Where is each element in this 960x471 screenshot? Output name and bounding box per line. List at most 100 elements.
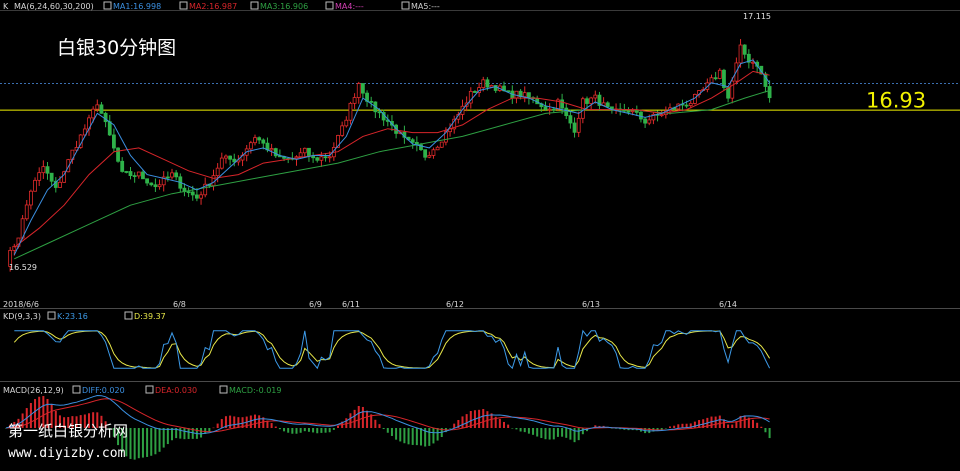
candle-body xyxy=(767,86,772,99)
candle-body xyxy=(527,92,531,99)
macd-bar xyxy=(291,428,294,434)
macd-bar xyxy=(714,416,717,428)
kd-header: KD(9,3,3) xyxy=(3,312,41,321)
ma3-checkbox[interactable] xyxy=(250,1,259,10)
ma3-legend: MA3:16.906 xyxy=(260,2,308,11)
macd-bar xyxy=(283,428,286,432)
candle-body xyxy=(120,160,125,172)
macd-bar xyxy=(743,415,746,428)
macd-dea-checkbox[interactable] xyxy=(145,385,154,394)
candle-body xyxy=(589,97,594,104)
macd-header: MACD(26,12,9) xyxy=(3,386,64,395)
candle-body xyxy=(128,171,133,176)
candle-body xyxy=(751,61,755,64)
ma-header: MA(6,24,60,30,200) xyxy=(14,2,94,11)
macd-bar xyxy=(760,426,763,428)
candle-body xyxy=(311,155,316,159)
candle-body xyxy=(352,97,357,104)
macd-bar xyxy=(752,419,754,428)
high-label: 17.115 xyxy=(743,12,771,21)
macd-bar xyxy=(527,428,530,434)
macd-bar xyxy=(270,423,273,428)
candle-body xyxy=(224,155,228,159)
macd-hist-checkbox[interactable] xyxy=(219,385,228,394)
candle-body xyxy=(170,172,174,178)
macd-bar xyxy=(278,428,281,430)
candle-body xyxy=(107,121,112,136)
macd-bar xyxy=(552,428,555,440)
candle-body xyxy=(269,148,274,151)
macd-bar xyxy=(374,419,377,428)
macd-bar xyxy=(673,425,676,428)
kd-d-checkbox[interactable] xyxy=(124,311,133,320)
candle-body xyxy=(659,114,664,116)
macd-bar xyxy=(287,428,290,433)
candle-body xyxy=(153,184,158,188)
macd-bar xyxy=(337,425,339,428)
candle-body xyxy=(58,181,62,188)
macd-bar xyxy=(150,428,153,456)
macd-bar xyxy=(254,414,256,428)
candle-body xyxy=(145,178,150,184)
macd-bar xyxy=(378,424,381,428)
macd-bar xyxy=(428,428,431,446)
macd-bar xyxy=(171,428,173,441)
candle-body xyxy=(91,108,96,119)
macd-bar xyxy=(212,427,215,429)
macd-bar xyxy=(233,416,236,428)
candle-body xyxy=(319,156,324,161)
macd-diff-checkbox[interactable] xyxy=(72,385,81,394)
macd-bar xyxy=(403,428,406,444)
macd-bar xyxy=(432,428,435,444)
candle-body xyxy=(717,69,722,79)
candle-body xyxy=(360,83,365,94)
macd-bar xyxy=(303,428,306,432)
kd-k-checkbox[interactable] xyxy=(47,311,56,320)
candle-body xyxy=(435,146,440,151)
macd-bar xyxy=(540,428,543,439)
macd-bar xyxy=(200,428,203,438)
candle-body xyxy=(647,119,652,124)
macd-bar xyxy=(523,428,526,433)
candle-body xyxy=(348,102,353,121)
macd-bar xyxy=(324,428,327,433)
macd-bar xyxy=(237,417,240,428)
ma1-checkbox[interactable] xyxy=(103,1,112,10)
ma5-checkbox[interactable] xyxy=(401,1,410,10)
candle-body xyxy=(427,155,432,158)
macd-bar xyxy=(349,413,352,428)
chart-canvas: K MA(6,24,60,30,200) MA1:16.998 MA2:16.9… xyxy=(0,0,960,471)
macd-bar xyxy=(544,428,547,440)
chart-title: 白银30分钟图 xyxy=(57,37,176,59)
macd-bar xyxy=(532,428,535,435)
macd-bar xyxy=(146,428,149,457)
macd-bar xyxy=(312,428,315,433)
macd-bar xyxy=(669,426,671,428)
candle-body xyxy=(228,155,233,160)
x-tick: 6/11 xyxy=(342,300,360,309)
kd-k-legend: K:23.16 xyxy=(57,312,88,321)
macd-bar xyxy=(179,428,182,439)
candle-body xyxy=(33,179,37,192)
macd-bar xyxy=(229,415,232,428)
macd-bar xyxy=(727,424,730,428)
candle-body xyxy=(593,94,598,99)
macd-bar xyxy=(274,426,277,428)
candle-body xyxy=(302,147,307,154)
macd-bar xyxy=(515,428,518,430)
candle-body xyxy=(199,194,203,199)
candle-body xyxy=(307,147,311,157)
ma4-checkbox[interactable] xyxy=(325,1,334,10)
macd-bar xyxy=(332,428,335,430)
macd-bar xyxy=(183,428,186,440)
candle-body xyxy=(248,142,253,150)
macd-bar xyxy=(465,414,468,428)
low-label: 16.529 xyxy=(9,263,37,272)
candle-body xyxy=(124,171,129,173)
ma2-checkbox[interactable] xyxy=(179,1,188,10)
macd-bar xyxy=(453,423,456,428)
candle-body xyxy=(439,141,444,148)
candle-body xyxy=(738,44,743,64)
candle-body xyxy=(194,194,199,199)
x-tick: 6/13 xyxy=(582,300,600,309)
